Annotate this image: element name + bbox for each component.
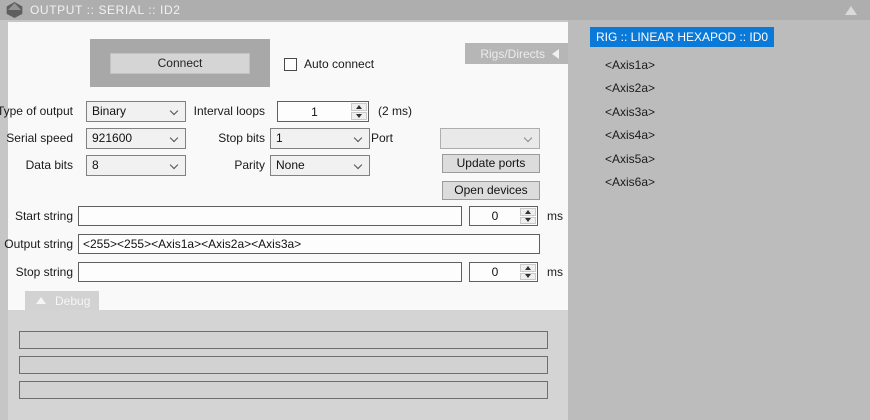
serial-speed-select[interactable]: 921600 bbox=[86, 128, 186, 149]
output-string-label: Output string bbox=[4, 234, 73, 254]
update-ports-button[interactable]: Update ports bbox=[442, 154, 540, 173]
spinner-down-button[interactable] bbox=[520, 273, 536, 281]
output-string-input[interactable] bbox=[78, 234, 540, 254]
stop-delay-stepper[interactable] bbox=[469, 262, 538, 282]
chevron-down-icon bbox=[170, 161, 178, 169]
start-delay-stepper[interactable] bbox=[469, 206, 538, 226]
start-string-label: Start string bbox=[15, 206, 73, 226]
chevron-down-icon bbox=[170, 134, 178, 142]
data-bits-value: 8 bbox=[92, 158, 99, 172]
spinner-down-button[interactable] bbox=[520, 217, 536, 225]
stop-delay-unit: ms bbox=[547, 262, 563, 282]
data-bits-label: Data bits bbox=[26, 155, 73, 176]
serial-speed-label: Serial speed bbox=[6, 128, 73, 149]
spinner-up-button[interactable] bbox=[520, 264, 536, 272]
start-delay-unit: ms bbox=[547, 206, 563, 226]
auto-connect-checkbox[interactable] bbox=[284, 58, 297, 71]
rigs-sidebar: RIG :: LINEAR HEXAPOD :: ID0 <Axis1a> <A… bbox=[568, 20, 870, 420]
connect-button[interactable]: Connect bbox=[110, 53, 250, 74]
arrow-up-icon bbox=[525, 210, 531, 214]
stop-bits-select[interactable]: 1 bbox=[270, 128, 370, 149]
module-title: OUTPUT :: SERIAL :: ID2 bbox=[30, 0, 181, 20]
triangle-up-icon bbox=[36, 297, 46, 304]
collapse-up-icon[interactable] bbox=[845, 6, 857, 15]
arrow-up-icon bbox=[525, 266, 531, 270]
stop-string-input[interactable] bbox=[78, 262, 462, 282]
port-select[interactable] bbox=[440, 128, 540, 149]
debug-tab-label: Debug bbox=[55, 294, 90, 308]
interval-loops-input[interactable] bbox=[279, 103, 350, 120]
interval-loops-stepper[interactable] bbox=[277, 101, 369, 122]
type-of-output-label: Type of output bbox=[0, 101, 73, 122]
chevron-down-icon bbox=[354, 134, 362, 142]
sidebar-item-axis2a[interactable]: <Axis2a> bbox=[605, 81, 655, 95]
start-string-input[interactable] bbox=[78, 206, 462, 226]
sidebar-item-rig-header[interactable]: RIG :: LINEAR HEXAPOD :: ID0 bbox=[590, 27, 774, 47]
interval-loops-label: Interval loops bbox=[194, 101, 265, 122]
sidebar-item-axis5a[interactable]: <Axis5a> bbox=[605, 152, 655, 166]
parity-label: Parity bbox=[234, 155, 265, 176]
debug-panel bbox=[8, 310, 568, 420]
module-titlebar[interactable]: OUTPUT :: SERIAL :: ID2 bbox=[0, 0, 870, 20]
triangle-left-icon bbox=[552, 49, 559, 59]
serial-output-panel: Connect Auto connect Rigs/Directs Type o… bbox=[8, 22, 568, 310]
parity-select[interactable]: None bbox=[270, 155, 370, 176]
arrow-down-icon bbox=[356, 114, 362, 118]
chevron-down-icon bbox=[354, 161, 362, 169]
type-of-output-select[interactable]: Binary bbox=[86, 101, 186, 122]
stop-delay-input[interactable] bbox=[471, 264, 519, 280]
rigs-directs-label: Rigs/Directs bbox=[480, 47, 545, 61]
sidebar-item-axis4a[interactable]: <Axis4a> bbox=[605, 128, 655, 142]
sidebar-item-axis6a[interactable]: <Axis6a> bbox=[605, 175, 655, 189]
spinner-up-button[interactable] bbox=[351, 103, 367, 111]
arrow-down-icon bbox=[525, 218, 531, 222]
tab-debug[interactable]: Debug bbox=[25, 291, 99, 310]
port-label: Port bbox=[371, 128, 393, 149]
connect-button-frame: Connect bbox=[90, 39, 270, 87]
parity-value: None bbox=[276, 158, 305, 172]
arrow-down-icon bbox=[525, 274, 531, 278]
debug-bar bbox=[19, 381, 548, 399]
arrow-up-icon bbox=[356, 105, 362, 109]
module-hexagon-icon bbox=[6, 2, 23, 18]
spinner-down-button[interactable] bbox=[351, 112, 367, 120]
stop-bits-value: 1 bbox=[276, 131, 283, 145]
debug-bar bbox=[19, 331, 548, 349]
serial-speed-value: 921600 bbox=[92, 131, 132, 145]
auto-connect-label: Auto connect bbox=[304, 57, 374, 71]
interval-loops-suffix: (2 ms) bbox=[378, 101, 412, 122]
type-of-output-value: Binary bbox=[92, 104, 126, 118]
sidebar-item-axis3a[interactable]: <Axis3a> bbox=[605, 105, 655, 119]
chevron-down-icon bbox=[524, 134, 532, 142]
stop-bits-label: Stop bits bbox=[218, 128, 265, 149]
chevron-down-icon bbox=[170, 107, 178, 115]
data-bits-select[interactable]: 8 bbox=[86, 155, 186, 176]
spinner-up-button[interactable] bbox=[520, 208, 536, 216]
debug-bar bbox=[19, 356, 548, 374]
stop-string-label: Stop string bbox=[16, 262, 73, 282]
open-devices-button[interactable]: Open devices bbox=[442, 181, 540, 200]
tab-rigs-directs[interactable]: Rigs/Directs bbox=[465, 43, 568, 64]
start-delay-input[interactable] bbox=[471, 208, 519, 224]
sidebar-item-axis1a[interactable]: <Axis1a> bbox=[605, 58, 655, 72]
